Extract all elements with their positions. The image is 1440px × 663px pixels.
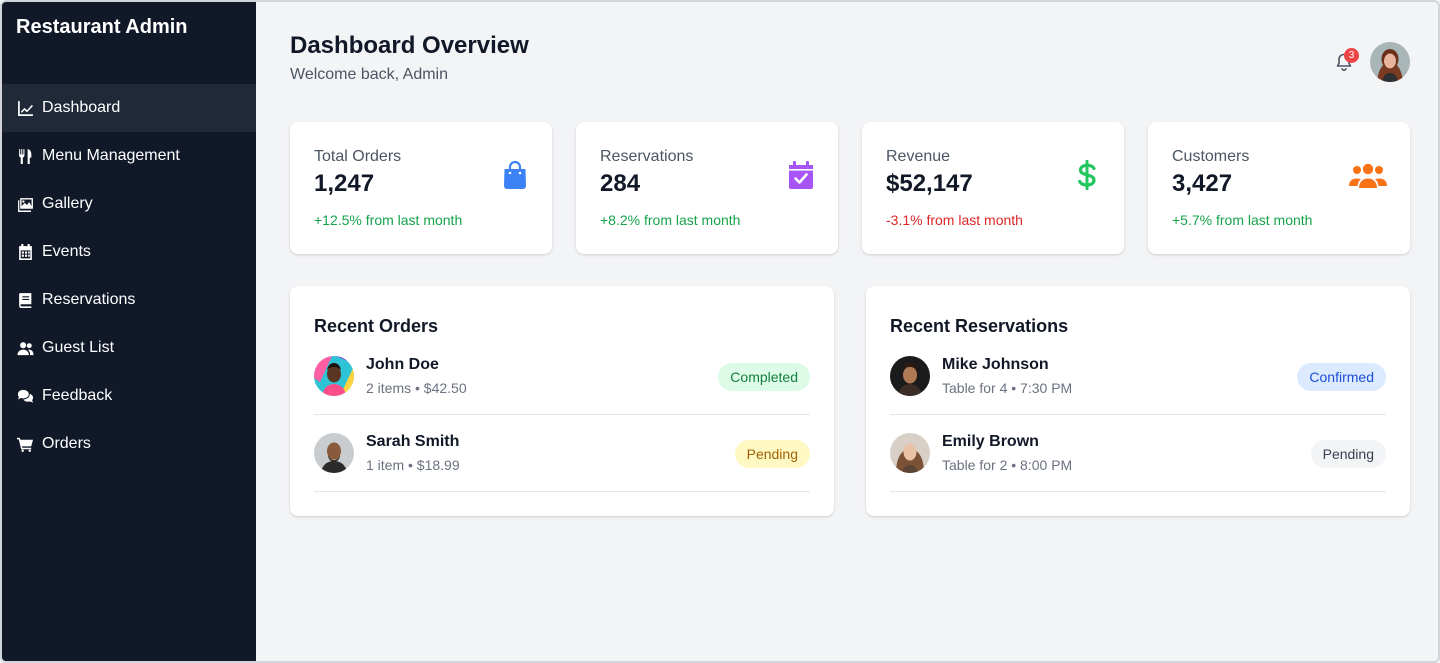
chart-line-icon [16,99,34,117]
notification-count-badge: 3 [1344,48,1359,63]
guest-name: Mike Johnson [942,356,1049,373]
utensils-icon [16,147,34,165]
order-row[interactable]: Sarah Smith 1 item • $18.99 Pending [314,415,810,492]
stat-card-reservations: Reservations 284 +8.2% from last month [576,122,838,254]
stat-change: +8.2% from last month [600,212,741,228]
stat-card-revenue: Revenue $52,147 -3.1% from last month [862,122,1124,254]
page-title: Dashboard Overview [290,32,529,59]
stat-label: Total Orders [314,148,402,165]
status-badge: Pending [1310,440,1386,468]
stat-value: 284 [600,170,641,197]
sidebar-item-label: Events [42,243,91,260]
shopping-bag-icon [500,158,530,192]
sidebar-item-reservations[interactable]: Reservations [2,276,256,324]
book-icon [16,291,34,309]
sidebar-item-events[interactable]: Events [2,228,256,276]
sidebar: Restaurant Admin Dashboard Menu Manageme… [2,2,256,661]
reservation-row[interactable]: Emily Brown Table for 2 • 8:00 PM Pendin… [890,415,1386,492]
sidebar-item-gallery[interactable]: Gallery [2,180,256,228]
sidebar-item-label: Dashboard [42,99,121,116]
comments-icon [16,387,34,405]
sidebar-item-guest-list[interactable]: Guest List [2,324,256,372]
brand-title: Restaurant Admin [16,16,188,38]
avatar [314,433,354,473]
page-subtitle: Welcome back, Admin [290,66,448,83]
avatar [314,356,354,396]
sidebar-item-dashboard[interactable]: Dashboard [2,84,256,132]
stat-label: Reservations [600,148,694,165]
sidebar-item-label: Orders [42,435,91,452]
guest-name: Emily Brown [942,433,1039,450]
stat-change: +12.5% from last month [314,212,463,228]
main-content: Dashboard Overview Welcome back, Admin 3 [256,2,1438,661]
status-badge: Confirmed [1297,363,1386,391]
customer-name: John Doe [366,356,439,373]
sidebar-item-feedback[interactable]: Feedback [2,372,256,420]
order-details: 1 item • $18.99 [366,457,460,473]
stat-label: Customers [1172,148,1250,165]
reservation-details: Table for 4 • 7:30 PM [942,380,1073,396]
sidebar-item-menu-management[interactable]: Menu Management [2,132,256,180]
recent-reservations-panel: Recent Reservations Mike Johnson Table f… [866,286,1410,516]
stat-label: Revenue [886,148,951,165]
calendar-icon [16,243,34,261]
status-badge: Completed [718,363,810,391]
order-details: 2 items • $42.50 [366,380,467,396]
reservation-row[interactable]: Mike Johnson Table for 4 • 7:30 PM Confi… [890,338,1386,415]
user-avatar[interactable] [1370,42,1410,82]
stat-value: $52,147 [886,170,973,197]
stat-value: 1,247 [314,170,375,197]
app-window: Restaurant Admin Dashboard Menu Manageme… [0,0,1440,663]
users-icon [1348,158,1388,192]
sidebar-item-label: Guest List [42,339,115,356]
sidebar-item-orders[interactable]: Orders [2,420,256,468]
panel-title: Recent Orders [314,316,439,336]
sidebar-item-label: Reservations [42,291,136,308]
stat-change: +5.7% from last month [1172,212,1313,228]
stat-card-total-orders: Total Orders 1,247 +12.5% from last mont… [290,122,552,254]
sidebar-item-label: Menu Management [42,147,180,164]
stat-change: -3.1% from last month [886,212,1023,228]
calendar-check-icon [786,158,816,192]
sidebar-item-label: Gallery [42,195,93,212]
panel-title: Recent Reservations [890,316,1069,336]
status-badge: Pending [734,440,810,468]
reservation-details: Table for 2 • 8:00 PM [942,457,1073,473]
dollar-icon [1072,158,1102,192]
sidebar-item-label: Feedback [42,387,113,404]
cart-icon [16,435,34,453]
avatar [890,356,930,396]
stat-value: 3,427 [1172,170,1233,197]
sidebar-nav: Dashboard Menu Management Gallery Events [2,84,256,468]
images-icon [16,195,34,213]
customer-name: Sarah Smith [366,433,460,450]
recent-orders-panel: Recent Orders John Doe 2 items • $42.50 [290,286,834,516]
avatar [890,433,930,473]
users-icon [16,339,34,357]
order-row[interactable]: John Doe 2 items • $42.50 Completed [314,338,810,415]
stat-card-customers: Customers 3,427 +5.7% from last month [1148,122,1410,254]
